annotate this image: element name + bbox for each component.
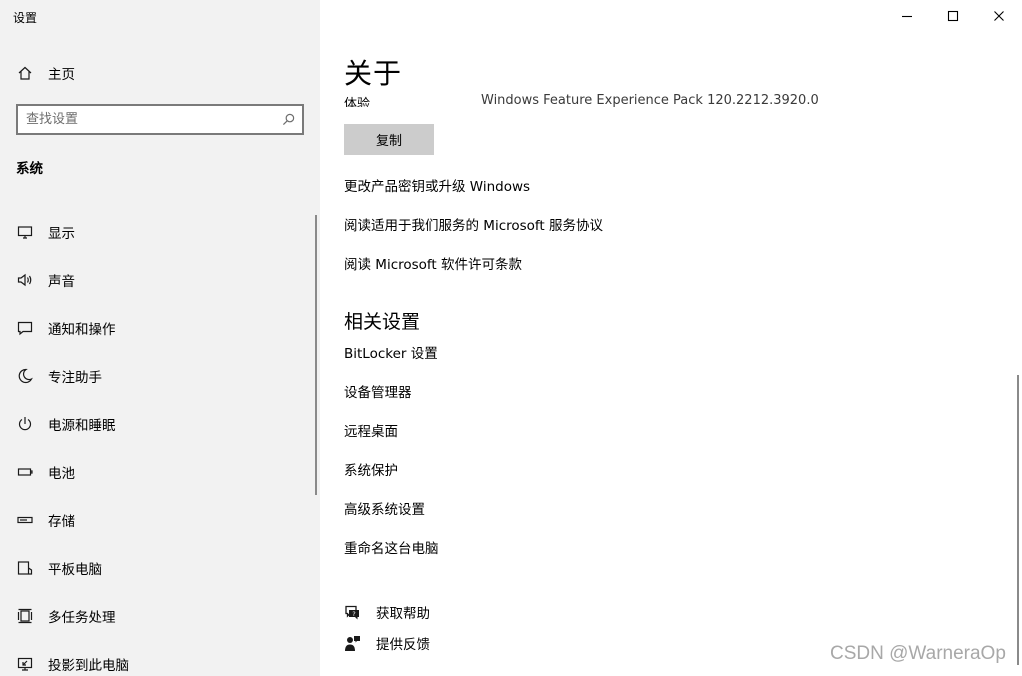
- tablet-icon: [0, 560, 48, 576]
- minimize-button[interactable]: [884, 0, 930, 32]
- page-title: 关于: [344, 57, 403, 90]
- feedback-icon: [344, 635, 376, 652]
- watermark: CSDN @WarneraOp: [830, 643, 1006, 664]
- device-manager-link[interactable]: 设备管理器: [344, 381, 412, 401]
- app-title: 设置: [13, 11, 38, 25]
- license-terms-link[interactable]: 阅读 Microsoft 软件许可条款: [344, 253, 522, 273]
- search-input[interactable]: [18, 106, 274, 133]
- main-content: 关于 体验 Windows Feature Experience Pack 12…: [320, 0, 1022, 676]
- close-button[interactable]: [976, 0, 1022, 32]
- get-help-label: 获取帮助: [376, 606, 430, 622]
- copy-button[interactable]: 复制: [344, 124, 434, 155]
- sidebar-item-tablet[interactable]: 平板电脑: [0, 544, 320, 592]
- help-chat-icon: ?: [344, 604, 376, 621]
- sidebar-scrollbar[interactable]: [315, 215, 317, 495]
- related-settings-heading: 相关设置: [344, 311, 421, 333]
- sidebar-item-label: 专注助手: [48, 370, 102, 386]
- experience-value: Windows Feature Experience Pack 120.2212…: [481, 93, 819, 107]
- sidebar-item-label: 声音: [48, 274, 75, 290]
- rename-pc-link[interactable]: 重命名这台电脑: [344, 537, 439, 557]
- storage-icon: [0, 512, 48, 528]
- sidebar-item-focus-assist[interactable]: 专注助手: [0, 352, 320, 400]
- moon-icon: [0, 368, 48, 384]
- home-icon: [0, 65, 48, 81]
- sidebar-item-label: 电源和睡眠: [48, 418, 116, 434]
- sidebar-nav: 显示 声音 通知和操作 专注助手 电源和睡眠 电池 存储 平板电脑 多任务处理 …: [0, 208, 320, 676]
- sidebar-item-home[interactable]: 主页: [0, 58, 320, 88]
- sidebar: 设置 主页 系统 显示 声音 通知和操作: [0, 0, 320, 676]
- sidebar-item-multitasking[interactable]: 多任务处理: [0, 592, 320, 640]
- sidebar-item-label: 存储: [48, 514, 75, 530]
- change-product-key-link[interactable]: 更改产品密钥或升级 Windows: [344, 175, 530, 195]
- experience-row: 体验 Windows Feature Experience Pack 120.2…: [320, 90, 1022, 107]
- sidebar-item-notifications[interactable]: 通知和操作: [0, 304, 320, 352]
- sidebar-item-label: 主页: [48, 67, 75, 83]
- system-protection-link[interactable]: 系统保护: [344, 459, 398, 479]
- maximize-button[interactable]: [930, 0, 976, 32]
- sidebar-item-label: 投影到此电脑: [48, 658, 129, 674]
- power-icon: [0, 416, 48, 432]
- give-feedback-label: 提供反馈: [376, 637, 430, 653]
- minimize-icon: [902, 15, 912, 18]
- section-heading: 系统: [16, 161, 43, 177]
- experience-label: 体验: [344, 97, 371, 107]
- battery-icon: [0, 464, 48, 480]
- services-agreement-link[interactable]: 阅读适用于我们服务的 Microsoft 服务协议: [344, 214, 603, 234]
- window-controls: [884, 0, 1022, 32]
- project-icon: [0, 656, 48, 672]
- notification-icon: [0, 320, 48, 336]
- close-icon: [994, 11, 1004, 21]
- remote-desktop-link[interactable]: 远程桌面: [344, 420, 398, 440]
- bitlocker-settings-link[interactable]: BitLocker 设置: [344, 342, 438, 362]
- sidebar-item-battery[interactable]: 电池: [0, 448, 320, 496]
- sidebar-item-label: 显示: [48, 226, 75, 242]
- get-help-link[interactable]: ? 获取帮助: [344, 602, 430, 622]
- search-icon[interactable]: [274, 113, 302, 126]
- display-icon: [0, 224, 48, 240]
- sidebar-item-display[interactable]: 显示: [0, 208, 320, 256]
- give-feedback-link[interactable]: 提供反馈: [344, 633, 430, 653]
- sidebar-item-label: 通知和操作: [48, 322, 116, 338]
- multitask-icon: [0, 608, 48, 624]
- sidebar-item-label: 多任务处理: [48, 610, 116, 626]
- search-box[interactable]: [16, 104, 304, 135]
- speaker-icon: [0, 272, 48, 288]
- sidebar-item-sound[interactable]: 声音: [0, 256, 320, 304]
- svg-text:?: ?: [352, 609, 355, 617]
- sidebar-item-label: 平板电脑: [48, 562, 102, 578]
- main-scrollbar[interactable]: [1017, 375, 1019, 665]
- sidebar-item-storage[interactable]: 存储: [0, 496, 320, 544]
- sidebar-item-project[interactable]: 投影到此电脑: [0, 640, 320, 676]
- sidebar-item-power-sleep[interactable]: 电源和睡眠: [0, 400, 320, 448]
- advanced-system-settings-link[interactable]: 高级系统设置: [344, 498, 425, 518]
- sidebar-item-label: 电池: [48, 466, 75, 482]
- maximize-icon: [947, 10, 959, 22]
